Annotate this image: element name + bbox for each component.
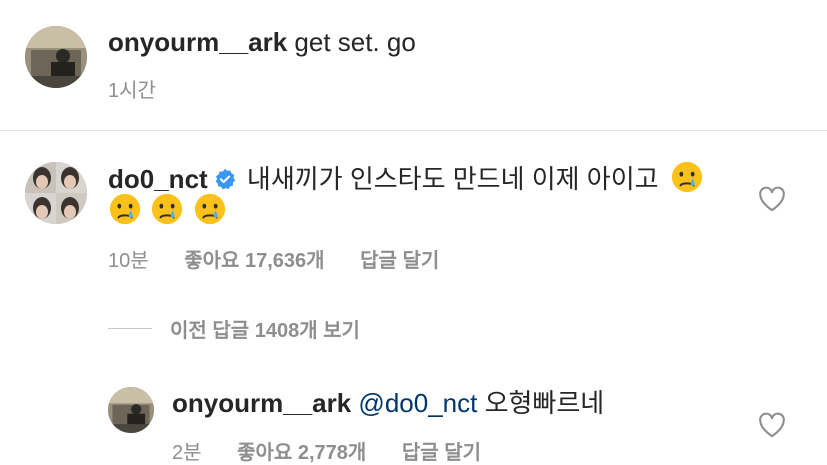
reply-mention-link[interactable]: @do0_nct — [358, 388, 477, 418]
comment-reply-button[interactable]: 답글 달기 — [360, 250, 439, 272]
comment-like-heart-icon[interactable] — [758, 186, 786, 212]
view-previous-replies-button[interactable]: 이전 답글 1408개 보기 — [170, 314, 360, 343]
avatar-onyourm-ark[interactable] — [25, 26, 87, 88]
crying-face-icon — [194, 193, 226, 225]
verified-badge-icon — [215, 168, 235, 190]
divider — [0, 130, 827, 131]
reply-time: 2분 — [172, 442, 202, 464]
avatar-photo — [25, 26, 87, 88]
crying-face-icon — [671, 161, 702, 193]
reply-username[interactable]: onyourm__ark — [172, 388, 351, 418]
avatar-photo — [108, 387, 154, 433]
caption-time: 1시간 — [108, 80, 156, 102]
replies-divider-line — [108, 328, 152, 329]
avatar-photo — [25, 162, 87, 224]
reply-like-heart-icon[interactable] — [758, 412, 786, 438]
comment-likes-count[interactable]: 좋아요 17,636개 — [184, 250, 324, 272]
reply-text: 오형빠르네 — [484, 388, 605, 418]
crying-face-icon — [152, 193, 183, 225]
comment-username[interactable]: do0_nct — [108, 164, 208, 194]
reply-reply-button[interactable]: 답글 달기 — [402, 442, 481, 464]
avatar-onyourm-ark-reply[interactable] — [108, 387, 154, 433]
comment-text: 내새끼가 인스타도 만드네 이제 아이고 — [246, 164, 659, 194]
comment-time: 10분 — [108, 250, 149, 272]
caption-text: get set. go — [294, 27, 416, 57]
crying-face-icon — [109, 193, 141, 225]
caption-username[interactable]: onyourm__ark — [108, 27, 287, 57]
avatar-do0-nct[interactable] — [25, 162, 87, 224]
reply-likes-count[interactable]: 좋아요 2,778개 — [237, 442, 366, 464]
